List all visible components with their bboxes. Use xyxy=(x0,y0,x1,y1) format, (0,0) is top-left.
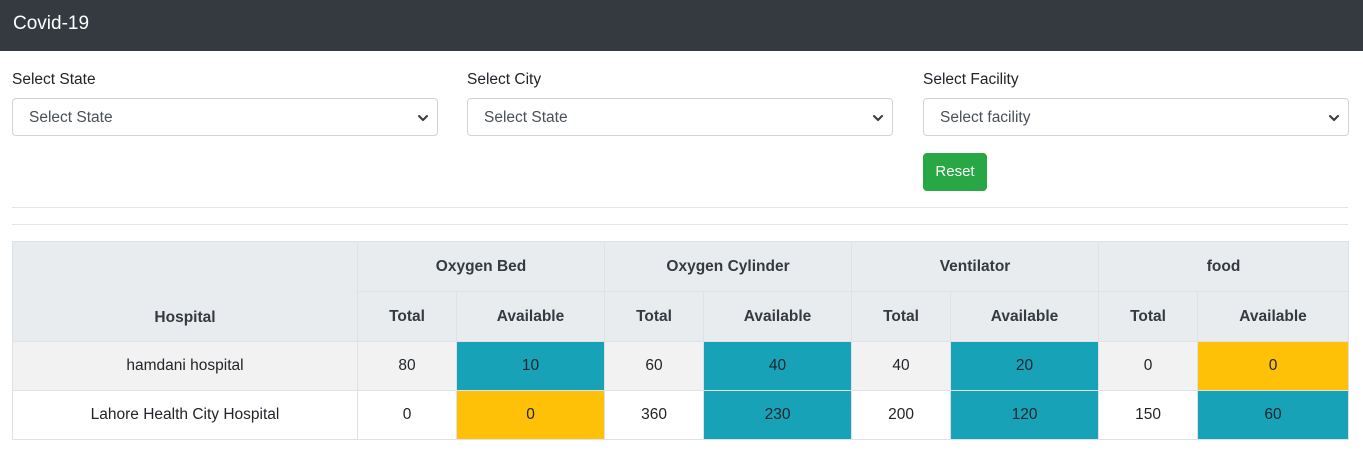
resources-table: Hospital Oxygen Bed Oxygen Cylinder Vent… xyxy=(12,241,1350,440)
facility-select[interactable]: Select facility xyxy=(923,98,1349,136)
subheader-available: Available xyxy=(703,291,853,342)
chevron-down-icon xyxy=(1329,115,1339,121)
group-header-ventilator: Ventilator xyxy=(851,241,1100,292)
oxygen-bed-total-cell: 0 xyxy=(357,390,457,440)
hospital-name-cell: Lahore Health City Hospital xyxy=(12,390,358,440)
oxygen-bed-available-cell: 10 xyxy=(455,341,606,391)
subheader-available: Available xyxy=(1197,291,1350,342)
ventilator-available-cell: 120 xyxy=(950,390,1100,440)
state-select[interactable]: Select State xyxy=(12,98,438,136)
ventilator-available-cell: 20 xyxy=(950,341,1100,391)
subheader-total: Total xyxy=(851,291,952,342)
hospital-name-cell: hamdani hospital xyxy=(12,341,358,391)
city-select[interactable]: Select State xyxy=(467,98,893,136)
subheader-available: Available xyxy=(950,291,1100,342)
navbar-brand[interactable]: Covid-19 xyxy=(13,13,89,35)
chevron-down-icon xyxy=(873,115,883,121)
city-select-value: Select State xyxy=(484,109,568,126)
oxygen-cylinder-available-cell: 230 xyxy=(703,390,853,440)
subheader-total: Total xyxy=(1098,291,1199,342)
reset-button[interactable]: Reset xyxy=(923,153,987,191)
ventilator-total-cell: 200 xyxy=(851,390,952,440)
food-total-cell: 0 xyxy=(1098,341,1199,391)
oxygen-bed-available-cell: 0 xyxy=(455,390,606,440)
chevron-down-icon xyxy=(418,115,428,121)
oxygen-cylinder-total-cell: 60 xyxy=(604,341,705,391)
group-header-food: food xyxy=(1098,241,1350,292)
facility-select-value: Select facility xyxy=(940,109,1031,126)
subheader-available: Available xyxy=(455,291,606,342)
city-label: Select City xyxy=(467,71,542,88)
navbar: Covid-19 xyxy=(0,0,1363,51)
table-row: hamdani hospital 80 10 60 40 40 20 0 0 xyxy=(12,341,1350,391)
subheader-total: Total xyxy=(357,291,457,342)
group-header-oxygen-cylinder: Oxygen Cylinder xyxy=(604,241,853,292)
state-filter-group: Select State Select State xyxy=(12,70,438,136)
hospital-header: Hospital xyxy=(12,241,358,342)
food-total-cell: 150 xyxy=(1098,390,1199,440)
state-label: Select State xyxy=(12,71,96,88)
food-available-cell: 0 xyxy=(1197,341,1350,391)
state-select-value: Select State xyxy=(29,109,113,126)
facility-label: Select Facility xyxy=(923,71,1019,88)
oxygen-bed-total-cell: 80 xyxy=(357,341,457,391)
oxygen-cylinder-available-cell: 40 xyxy=(703,341,853,391)
food-available-cell: 60 xyxy=(1197,390,1350,440)
table-row: Lahore Health City Hospital 0 0 360 230 … xyxy=(12,390,1350,440)
divider xyxy=(12,224,1348,225)
oxygen-cylinder-total-cell: 360 xyxy=(604,390,705,440)
city-filter-group: Select City Select State xyxy=(467,70,893,136)
subheader-total: Total xyxy=(604,291,705,342)
group-header-oxygen-bed: Oxygen Bed xyxy=(356,241,606,292)
facility-filter-group: Select Facility Select facility xyxy=(923,70,1349,136)
divider xyxy=(12,207,1348,208)
ventilator-total-cell: 40 xyxy=(851,341,952,391)
